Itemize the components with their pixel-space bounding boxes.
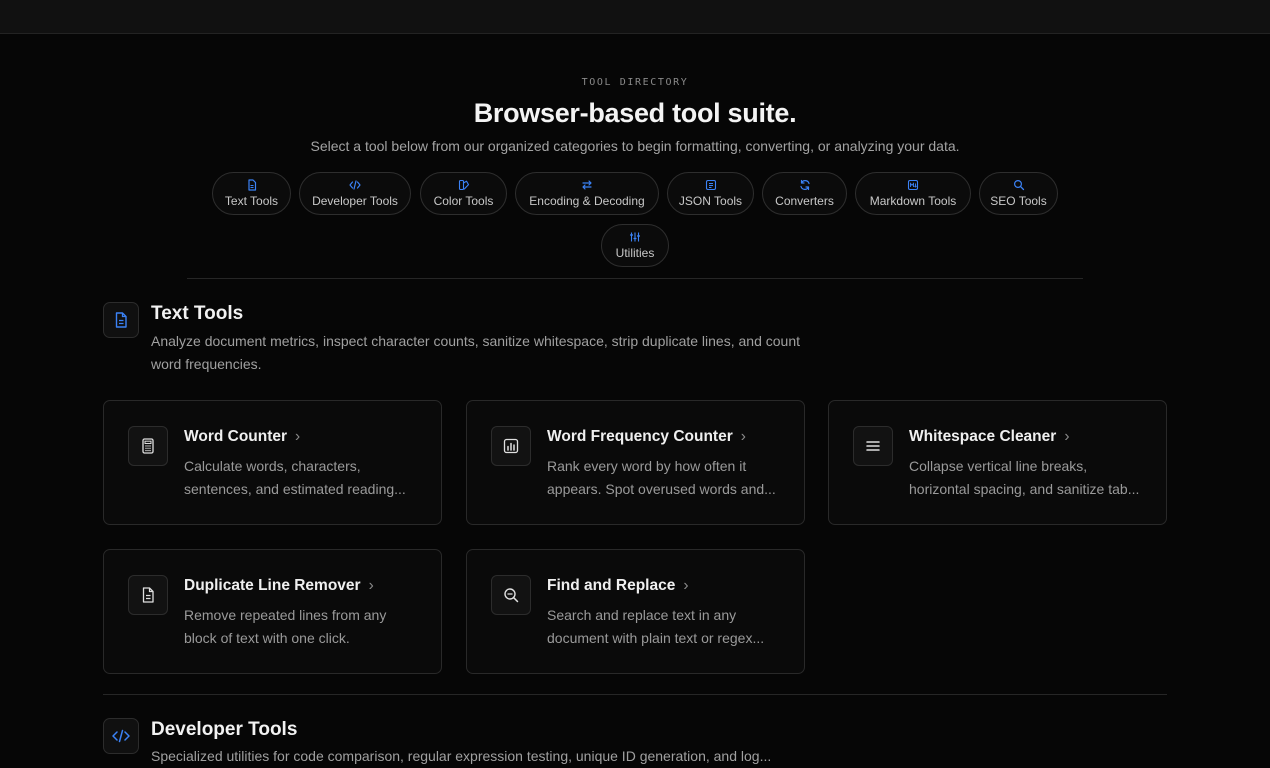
section-icon-badge [103,302,139,338]
category-pill-label: Converters [775,194,834,208]
card-icon-badge [491,575,531,615]
chevron-right-icon: › [683,577,689,594]
search-icon [1013,179,1024,191]
card-description: Remove repeated lines from any block of … [184,607,387,646]
card-description: Calculate words, characters, sentences, … [184,458,406,497]
category-pill-label: Text Tools [224,194,279,208]
category-pill-seo-tools[interactable]: SEO Tools [979,172,1058,215]
section-divider [103,694,1167,695]
card-icon-badge [491,426,531,466]
tool-card-whitespace-cleaner[interactable]: Whitespace Cleaner › Collapse vertical li… [828,400,1167,525]
chevron-right-icon: › [368,577,374,594]
category-pill-developer-tools[interactable]: Developer Tools [299,172,411,215]
page-title: Browser-based tool suite. [473,98,797,128]
document-icon [247,179,256,191]
card-title: Find and Replace › [547,577,689,595]
menu-lines-icon [866,441,880,451]
hero-subtitle: Select a tool below from our organized c… [310,138,960,154]
category-pill-json-tools[interactable]: JSON Tools [667,172,754,215]
section-description: Analyze document metrics, inspect charac… [151,333,800,372]
zoom-search-icon [504,588,519,603]
category-pill-label: Encoding & Decoding [529,194,645,208]
category-pill-label: Markdown Tools [869,194,957,208]
section-title: Text Tools [151,303,244,324]
card-description: Rank every word by how often it appears.… [547,458,776,497]
card-title-text: Find and Replace [547,577,676,594]
tool-card-word-counter[interactable]: Word Counter › Calculate words, character… [103,400,442,525]
document-icon [115,312,127,328]
category-pill-label: JSON Tools [678,194,743,208]
sliders-icon [630,232,640,242]
top-navigation-bar [0,0,1270,34]
swap-arrows-icon [582,180,592,190]
card-title-text: Whitespace Cleaner [909,428,1057,445]
markdown-icon [907,179,919,191]
chevron-right-icon: › [295,428,301,445]
card-title: Whitespace Cleaner › [909,428,1069,446]
category-pill-label: Utilities [615,246,655,260]
card-description: Search and replace text in any document … [547,607,765,646]
category-pill-label: Color Tools [433,194,494,208]
section-description: Specialized utilities for code compariso… [151,748,772,764]
card-title: Word Frequency Counter › [547,428,746,446]
card-icon-badge [853,426,893,466]
category-pill-utilities[interactable]: Utilities [601,224,669,267]
json-box-icon [705,179,716,191]
file-text-icon [142,587,154,603]
tool-card-find-and-replace[interactable]: Find and Replace › Search and replace tex… [466,549,805,674]
chevron-right-icon: › [1064,428,1070,445]
palette-icon [458,179,469,191]
tool-card-duplicate-line-remover[interactable]: Duplicate Line Remover › Remove repeated … [103,549,442,674]
card-icon-badge [128,575,168,615]
card-description: Collapse vertical line breaks, horizonta… [909,458,1140,497]
tool-card-word-frequency-counter[interactable]: Word Frequency Counter › Rank every word … [466,400,805,525]
card-title-text: Word Frequency Counter [547,428,733,445]
refresh-icon [799,179,810,191]
card-title-text: Word Counter [184,428,288,445]
category-pill-markdown-tools[interactable]: Markdown Tools [855,172,971,215]
chevron-right-icon: › [740,428,746,445]
category-pill-encoding-decoding[interactable]: Encoding & Decoding [515,172,659,215]
card-title: Word Counter › [184,428,300,446]
section-title: Developer Tools [151,719,298,740]
card-title-text: Duplicate Line Remover [184,577,361,594]
card-icon-badge [128,426,168,466]
hero-eyebrow: TOOL DIRECTORY [581,77,689,88]
code-icon [112,729,130,743]
hero-divider [187,278,1083,279]
category-pill-label: SEO Tools [990,194,1047,208]
card-title: Duplicate Line Remover › [184,577,374,595]
code-icon [349,180,361,190]
section-icon-badge [103,718,139,754]
category-pill-converters[interactable]: Converters [762,172,847,215]
category-pill-text-tools[interactable]: Text Tools [212,172,291,215]
bar-chart-icon [503,438,519,454]
calculator-icon [142,438,154,454]
category-pill-label: Developer Tools [312,194,398,208]
category-pill-color-tools[interactable]: Color Tools [420,172,507,215]
